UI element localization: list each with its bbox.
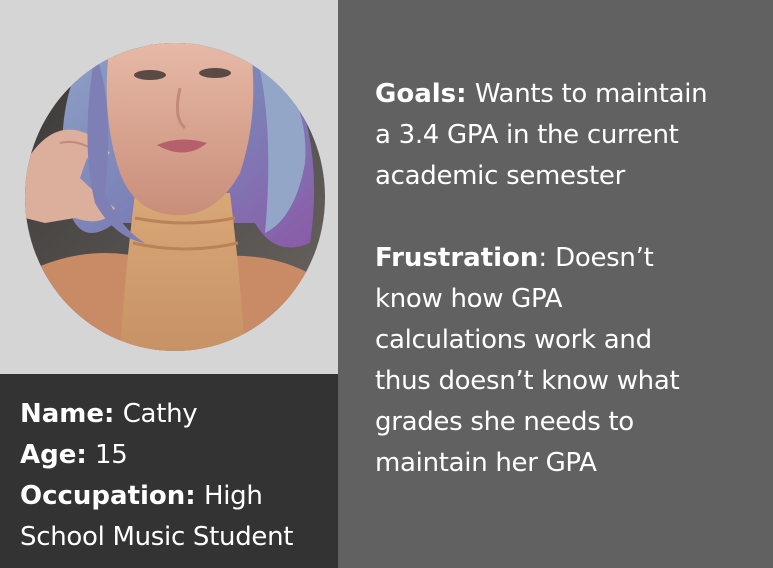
name-row: Name: Cathy <box>20 394 330 435</box>
frustration-text-1: Doesn’t <box>555 243 654 273</box>
name-label: Name: <box>20 399 115 429</box>
frustration-text-5: grades she needs to <box>375 407 634 437</box>
goals-label: Goals: <box>375 79 467 109</box>
age-row: Age: 15 <box>20 435 330 476</box>
frustration-colon: : <box>538 243 547 273</box>
frustration-label: Frustration <box>375 243 539 273</box>
avatar <box>25 43 325 351</box>
age-label: Age: <box>20 440 87 470</box>
goals-text-1: Wants to maintain <box>474 79 708 109</box>
frustration-section: Frustration: Doesn’t know how GPA calcul… <box>375 238 755 484</box>
photo-panel <box>0 0 338 374</box>
frustration-text-6: maintain her GPA <box>375 448 597 478</box>
goals-section: Goals: Wants to maintain a 3.4 GPA in th… <box>375 74 755 197</box>
frustration-line-1: Frustration: Doesn’t <box>375 238 755 279</box>
goals-text-3: academic semester <box>375 161 625 191</box>
persona-info: Name: Cathy Age: 15 Occupation: High Sch… <box>20 394 330 558</box>
name-value: Cathy <box>122 399 198 429</box>
persona-details: Goals: Wants to maintain a 3.4 GPA in th… <box>375 74 755 484</box>
occupation-value-line1: High <box>203 481 263 511</box>
frustration-text-4: thus doesn’t know what <box>375 366 680 396</box>
occupation-value-line2: School Music Student <box>20 522 294 552</box>
basic-info-panel: Name: Cathy Age: 15 Occupation: High Sch… <box>0 374 338 568</box>
persona-photo-icon <box>25 43 325 351</box>
frustration-text-2: know how GPA <box>375 284 563 314</box>
goals-text-2: a 3.4 GPA in the current <box>375 120 679 150</box>
goals-line-1: Goals: Wants to maintain <box>375 74 755 115</box>
occupation-label: Occupation: <box>20 481 196 511</box>
age-value: 15 <box>95 440 128 470</box>
frustration-text-3: calculations work and <box>375 325 652 355</box>
occupation-row-continued: School Music Student <box>20 517 330 558</box>
occupation-row: Occupation: High <box>20 476 330 517</box>
